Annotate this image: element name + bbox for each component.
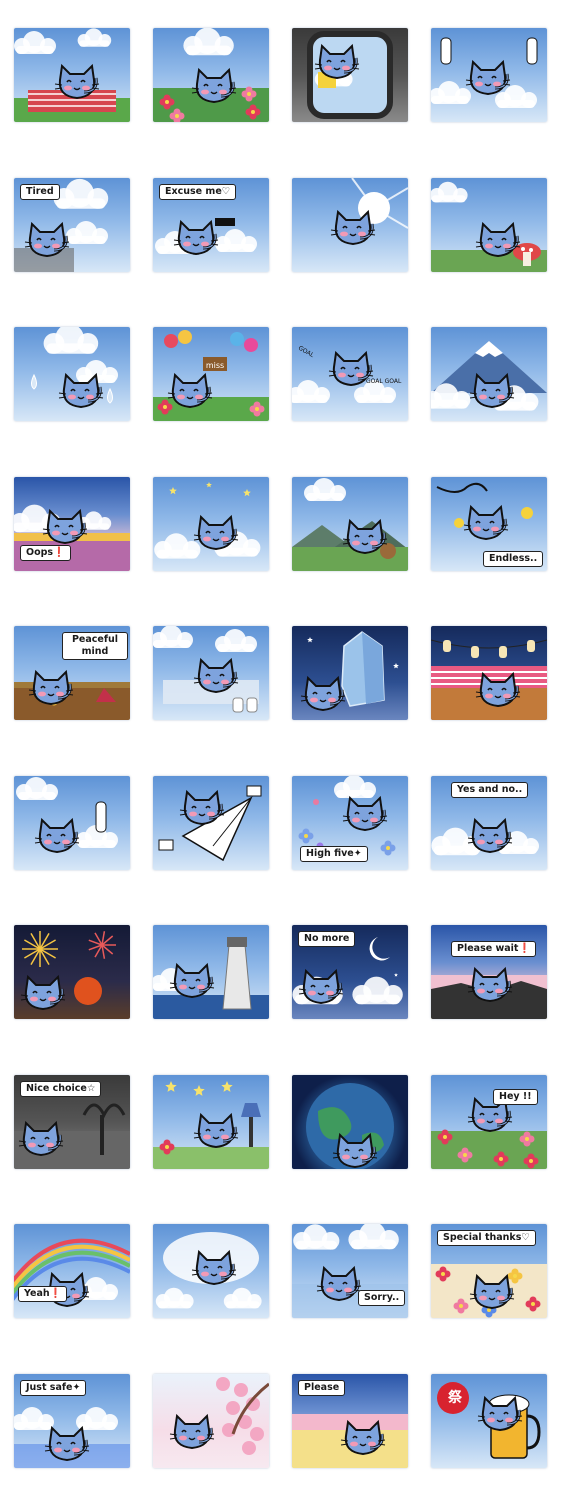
- sticker-balloons[interactable]: miss: [153, 327, 269, 421]
- sticker-crystal[interactable]: [292, 626, 408, 720]
- sticker-festival[interactable]: [431, 626, 547, 720]
- sticker-please[interactable]: Please: [292, 1374, 408, 1468]
- sticker-caption: Hey !!: [493, 1089, 538, 1105]
- blue-cat-icon: [42, 507, 88, 549]
- blue-cat-icon: [475, 670, 521, 712]
- blue-cat-icon: [340, 1418, 386, 1460]
- blue-cat-icon: [20, 973, 66, 1015]
- svg-text:GOAL: GOAL: [297, 345, 316, 360]
- sticker-plane[interactable]: [153, 776, 269, 870]
- sticker-endless[interactable]: Endless..: [431, 477, 547, 571]
- sticker-highfive[interactable]: High five✦: [292, 776, 408, 870]
- blue-cat-icon: [475, 220, 521, 262]
- blue-cat-icon: [467, 816, 513, 858]
- blue-cat-icon: [24, 220, 70, 262]
- sticker-caption: Please: [298, 1380, 346, 1396]
- blue-cat-icon: [467, 965, 513, 1007]
- sticker-yesno[interactable]: Yes and no..: [431, 776, 547, 870]
- sticker-tired[interactable]: Tired: [14, 178, 130, 272]
- blue-cat-icon: [193, 1111, 239, 1153]
- sticker-shout[interactable]: [431, 28, 547, 122]
- blue-cat-icon: [300, 674, 346, 716]
- sticker-rainbow[interactable]: Yeah❗: [14, 1224, 130, 1318]
- blue-cat-icon: [477, 1394, 523, 1436]
- sticker-paper[interactable]: [153, 626, 269, 720]
- blue-cat-icon: [191, 1248, 237, 1290]
- sticker-excuse[interactable]: Excuse me♡: [153, 178, 269, 272]
- sticker-hey[interactable]: Hey !!: [431, 1075, 547, 1169]
- blue-cat-icon: [316, 1264, 362, 1306]
- sticker-starlamp[interactable]: [153, 1075, 269, 1169]
- blue-cat-icon: [179, 788, 225, 830]
- sticker-caption: Just safe✦: [20, 1380, 87, 1396]
- sticker-nicechoice[interactable]: Nice choice☆: [14, 1075, 130, 1169]
- blue-cat-icon: [342, 517, 388, 559]
- sticker-stars[interactable]: [153, 477, 269, 571]
- blue-cat-icon: [167, 371, 213, 413]
- sticker-flowers[interactable]: [153, 28, 269, 122]
- sticker-caption: 祭: [443, 1388, 467, 1408]
- sticker-peaceful[interactable]: Peaceful mind: [14, 626, 130, 720]
- blue-cat-icon: [298, 967, 344, 1009]
- sticker-caption: Tired: [20, 184, 60, 200]
- sticker-caption: Please wait❗: [451, 941, 537, 957]
- blue-cat-icon: [463, 503, 509, 545]
- blue-cat-icon: [314, 42, 360, 84]
- sticker-sunburst[interactable]: [292, 178, 408, 272]
- sticker-caption: Endless..: [483, 551, 544, 567]
- svg-text:miss: miss: [206, 361, 224, 370]
- sticker-caption: Yes and no..: [451, 782, 529, 798]
- sticker-oops[interactable]: Oops❗: [14, 477, 130, 571]
- sticker-window[interactable]: [292, 28, 408, 122]
- blue-cat-icon: [28, 668, 74, 710]
- blue-cat-icon: [58, 371, 104, 413]
- sticker-picnic[interactable]: [14, 28, 130, 122]
- blue-cat-icon: [342, 794, 388, 836]
- sticker-cloud[interactable]: [153, 1224, 269, 1318]
- sticker-caption: Yeah❗: [18, 1286, 68, 1302]
- sticker-lighthouse[interactable]: [153, 925, 269, 1019]
- sticker-justsafe[interactable]: Just safe✦: [14, 1374, 130, 1468]
- blue-cat-icon: [328, 349, 374, 391]
- blue-cat-icon: [193, 656, 239, 698]
- sticker-caption: Special thanks♡: [437, 1230, 536, 1246]
- sticker-fireworks[interactable]: [14, 925, 130, 1019]
- blue-cat-icon: [193, 513, 239, 555]
- blue-cat-icon: [465, 58, 511, 100]
- sticker-mushroom[interactable]: [431, 178, 547, 272]
- sticker-caption: High five✦: [300, 846, 368, 862]
- blue-cat-icon: [169, 961, 215, 1003]
- sticker-sign[interactable]: [14, 776, 130, 870]
- sticker-fuji[interactable]: [431, 327, 547, 421]
- blue-cat-icon: [173, 218, 219, 260]
- blue-cat-icon: [18, 1119, 64, 1161]
- sticker-drops[interactable]: [14, 327, 130, 421]
- blue-cat-icon: [191, 66, 237, 108]
- blue-cat-icon: [54, 62, 100, 104]
- sticker-grid: Tired Excuse me♡ miss GOAL GOAL GOAL Oops❗ End…: [0, 0, 562, 1500]
- sticker-sakura[interactable]: [153, 1374, 269, 1468]
- sticker-thanks[interactable]: Special thanks♡: [431, 1224, 547, 1318]
- blue-cat-icon: [169, 1412, 215, 1454]
- sticker-caption: Peaceful mind: [62, 632, 128, 660]
- blue-cat-icon: [332, 1131, 378, 1169]
- sticker-goal[interactable]: GOAL GOAL GOAL: [292, 327, 408, 421]
- blue-cat-icon: [330, 208, 376, 250]
- sticker-caption: Excuse me♡: [159, 184, 237, 200]
- sticker-caption: Sorry..: [358, 1290, 406, 1306]
- sticker-sorry[interactable]: Sorry..: [292, 1224, 408, 1318]
- sticker-caption: Oops❗: [20, 545, 71, 561]
- blue-cat-icon: [469, 371, 515, 413]
- blue-cat-icon: [44, 1424, 90, 1466]
- sticker-mountains[interactable]: [292, 477, 408, 571]
- blue-cat-icon: [469, 1272, 515, 1314]
- sticker-wait[interactable]: Please wait❗: [431, 925, 547, 1019]
- sticker-nomore[interactable]: No more: [292, 925, 408, 1019]
- sticker-caption: No more: [298, 931, 356, 947]
- sticker-earth[interactable]: [292, 1075, 408, 1169]
- blue-cat-icon: [34, 816, 80, 858]
- sticker-caption: Nice choice☆: [20, 1081, 102, 1097]
- sticker-beer[interactable]: 祭: [431, 1374, 547, 1468]
